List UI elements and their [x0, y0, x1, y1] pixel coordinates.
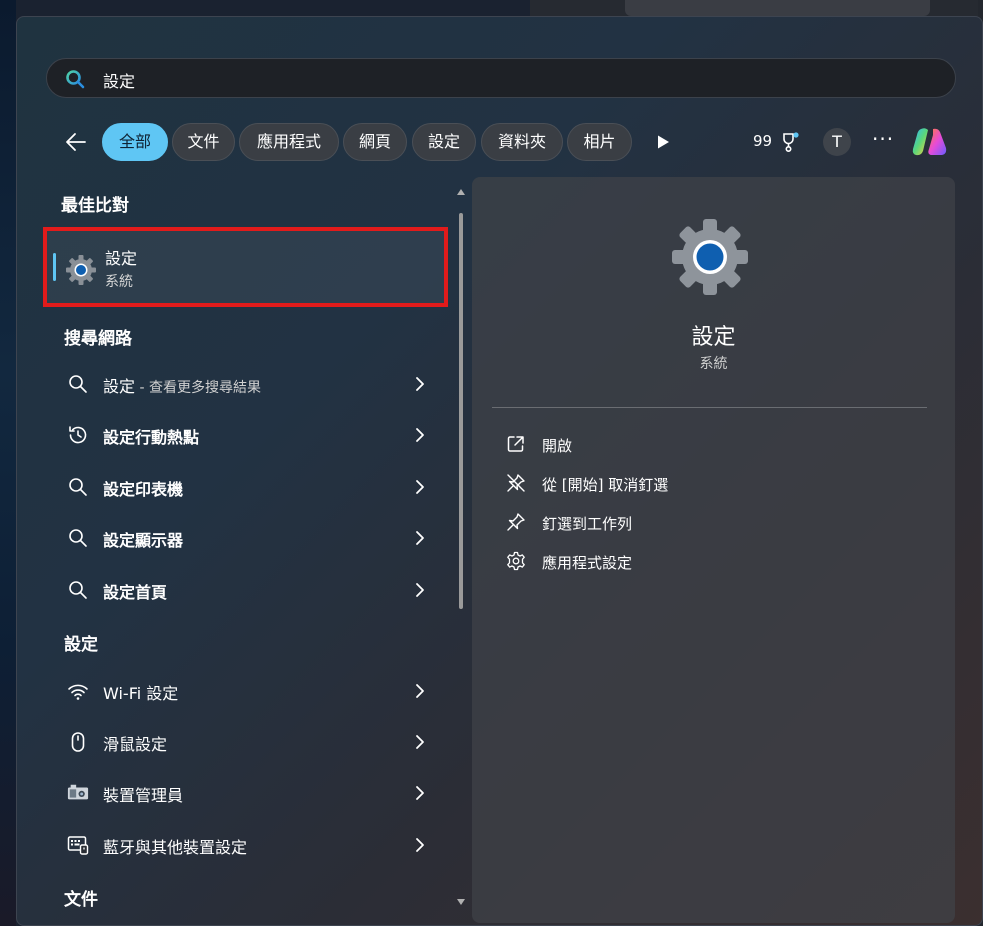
settings-heading: 設定: [64, 635, 98, 655]
open-icon: [507, 436, 524, 452]
settings-item-label: 滑鼠設定: [103, 735, 168, 754]
settings-item-label: Wi-Fi 設定: [103, 684, 179, 703]
search-icon: [66, 70, 85, 89]
search-query-text: 設定: [103, 72, 136, 91]
bluetooth-devices-icon: [67, 836, 89, 855]
scroll-up-arrow-icon[interactable]: [457, 189, 465, 195]
settings-gear-icon: [672, 219, 748, 295]
action-pin-to-taskbar[interactable]: 釘選到工作列: [506, 508, 806, 538]
pin-icon: [507, 513, 525, 531]
best-match-heading: 最佳比對: [61, 196, 129, 216]
web-search-more-results: - 查看更多搜尋結果: [135, 380, 261, 396]
search-icon: [69, 581, 87, 599]
search-icon: [69, 478, 87, 496]
web-search-item[interactable]: 設定印表機: [47, 465, 447, 509]
web-search-label: 設定行動熱點: [103, 428, 200, 447]
account-avatar[interactable]: T: [823, 128, 851, 156]
chevron-right-icon: [416, 735, 424, 749]
background-search-field: [625, 0, 930, 16]
settings-item-label: 藍牙與其他裝置設定: [103, 838, 248, 857]
chevron-right-icon: [416, 480, 424, 494]
filter-chip-apps[interactable]: 應用程式: [239, 123, 339, 161]
copilot-icon[interactable]: [911, 125, 949, 159]
scrollbar-thumb[interactable]: [459, 213, 463, 609]
unpin-icon: [507, 474, 525, 492]
action-label: 開啟: [542, 437, 573, 455]
chevron-right-icon: [416, 377, 424, 391]
play-icon[interactable]: [655, 134, 671, 150]
action-open[interactable]: 開啟: [506, 430, 806, 460]
web-search-label: 設定首頁: [103, 583, 168, 602]
web-search-label: 設定印表機: [103, 480, 184, 499]
scroll-down-arrow-icon[interactable]: [457, 899, 465, 905]
search-input[interactable]: 設定: [46, 58, 956, 98]
web-search-item[interactable]: 設定行動熱點: [47, 413, 447, 457]
detail-app-name: 設定: [691, 325, 736, 350]
detail-app-subtitle: 系統: [699, 356, 728, 372]
device-manager-icon: [67, 784, 89, 800]
web-search-label: 設定顯示器: [103, 531, 184, 550]
web-search-label: 設定: [103, 377, 136, 396]
action-unpin-from-start[interactable]: 從 [開始] 取消釘選: [506, 469, 806, 499]
filter-chip-all[interactable]: 全部: [102, 123, 168, 161]
filter-chip-documents[interactable]: 文件: [172, 123, 235, 161]
settings-gear-icon: [66, 255, 96, 285]
chevron-right-icon: [416, 531, 424, 545]
history-icon: [69, 426, 87, 444]
chevron-right-icon: [416, 684, 424, 698]
gear-icon: [507, 551, 525, 571]
web-search-item[interactable]: 設定 - 查看更多搜尋結果: [47, 362, 447, 406]
web-search-item[interactable]: 設定顯示器: [47, 516, 447, 560]
filter-chip-photos[interactable]: 相片: [567, 123, 632, 161]
back-arrow-icon[interactable]: [61, 129, 91, 155]
trophy-icon[interactable]: [779, 131, 801, 153]
divider: [492, 407, 927, 408]
wifi-icon: [68, 684, 88, 700]
best-match-subtitle: 系統: [105, 274, 133, 290]
search-icon: [69, 375, 87, 393]
action-label: 從 [開始] 取消釘選: [542, 476, 669, 494]
selection-indicator: [53, 253, 56, 281]
settings-item[interactable]: 滑鼠設定: [47, 720, 447, 764]
web-search-heading: 搜尋網路: [64, 329, 132, 349]
best-match-name: 設定: [105, 249, 138, 268]
chevron-right-icon: [416, 583, 424, 597]
search-icon: [69, 529, 87, 547]
settings-item-label: 裝置管理員: [103, 786, 184, 805]
filter-chip-settings[interactable]: 設定: [412, 123, 476, 161]
start-search-panel: 設定 全部 文件 應用程式 網頁 設定 資料夾 相片 99 T ··· 最佳比對…: [16, 16, 983, 926]
settings-item[interactable]: Wi-Fi 設定: [47, 669, 447, 713]
chevron-right-icon: [416, 838, 424, 852]
filter-chip-folders[interactable]: 資料夾: [481, 123, 563, 161]
results-scrollbar[interactable]: [455, 189, 467, 917]
settings-item[interactable]: 裝置管理員: [47, 771, 447, 815]
more-options-icon[interactable]: ···: [872, 127, 894, 151]
action-label: 釘選到工作列: [542, 515, 633, 533]
best-match-item[interactable]: 設定 系統: [43, 227, 448, 307]
action-label: 應用程式設定: [542, 554, 633, 572]
settings-item[interactable]: 藍牙與其他裝置設定: [47, 823, 447, 867]
rewards-points[interactable]: 99: [753, 132, 772, 150]
mouse-icon: [71, 732, 85, 752]
filter-bar: 全部 文件 應用程式 網頁 設定 資料夾 相片 99 T ···: [17, 123, 982, 161]
detail-pane: 設定 系統 開啟 從 [開始] 取消釘選 釘選到工作列 應用程式設定: [472, 177, 955, 923]
filter-chip-web[interactable]: 網頁: [343, 123, 407, 161]
web-search-item[interactable]: 設定首頁: [47, 568, 447, 612]
desktop-background: [0, 0, 16, 926]
action-app-settings[interactable]: 應用程式設定: [506, 547, 806, 577]
chevron-right-icon: [416, 428, 424, 442]
documents-heading: 文件: [64, 890, 98, 910]
chevron-right-icon: [416, 786, 424, 800]
